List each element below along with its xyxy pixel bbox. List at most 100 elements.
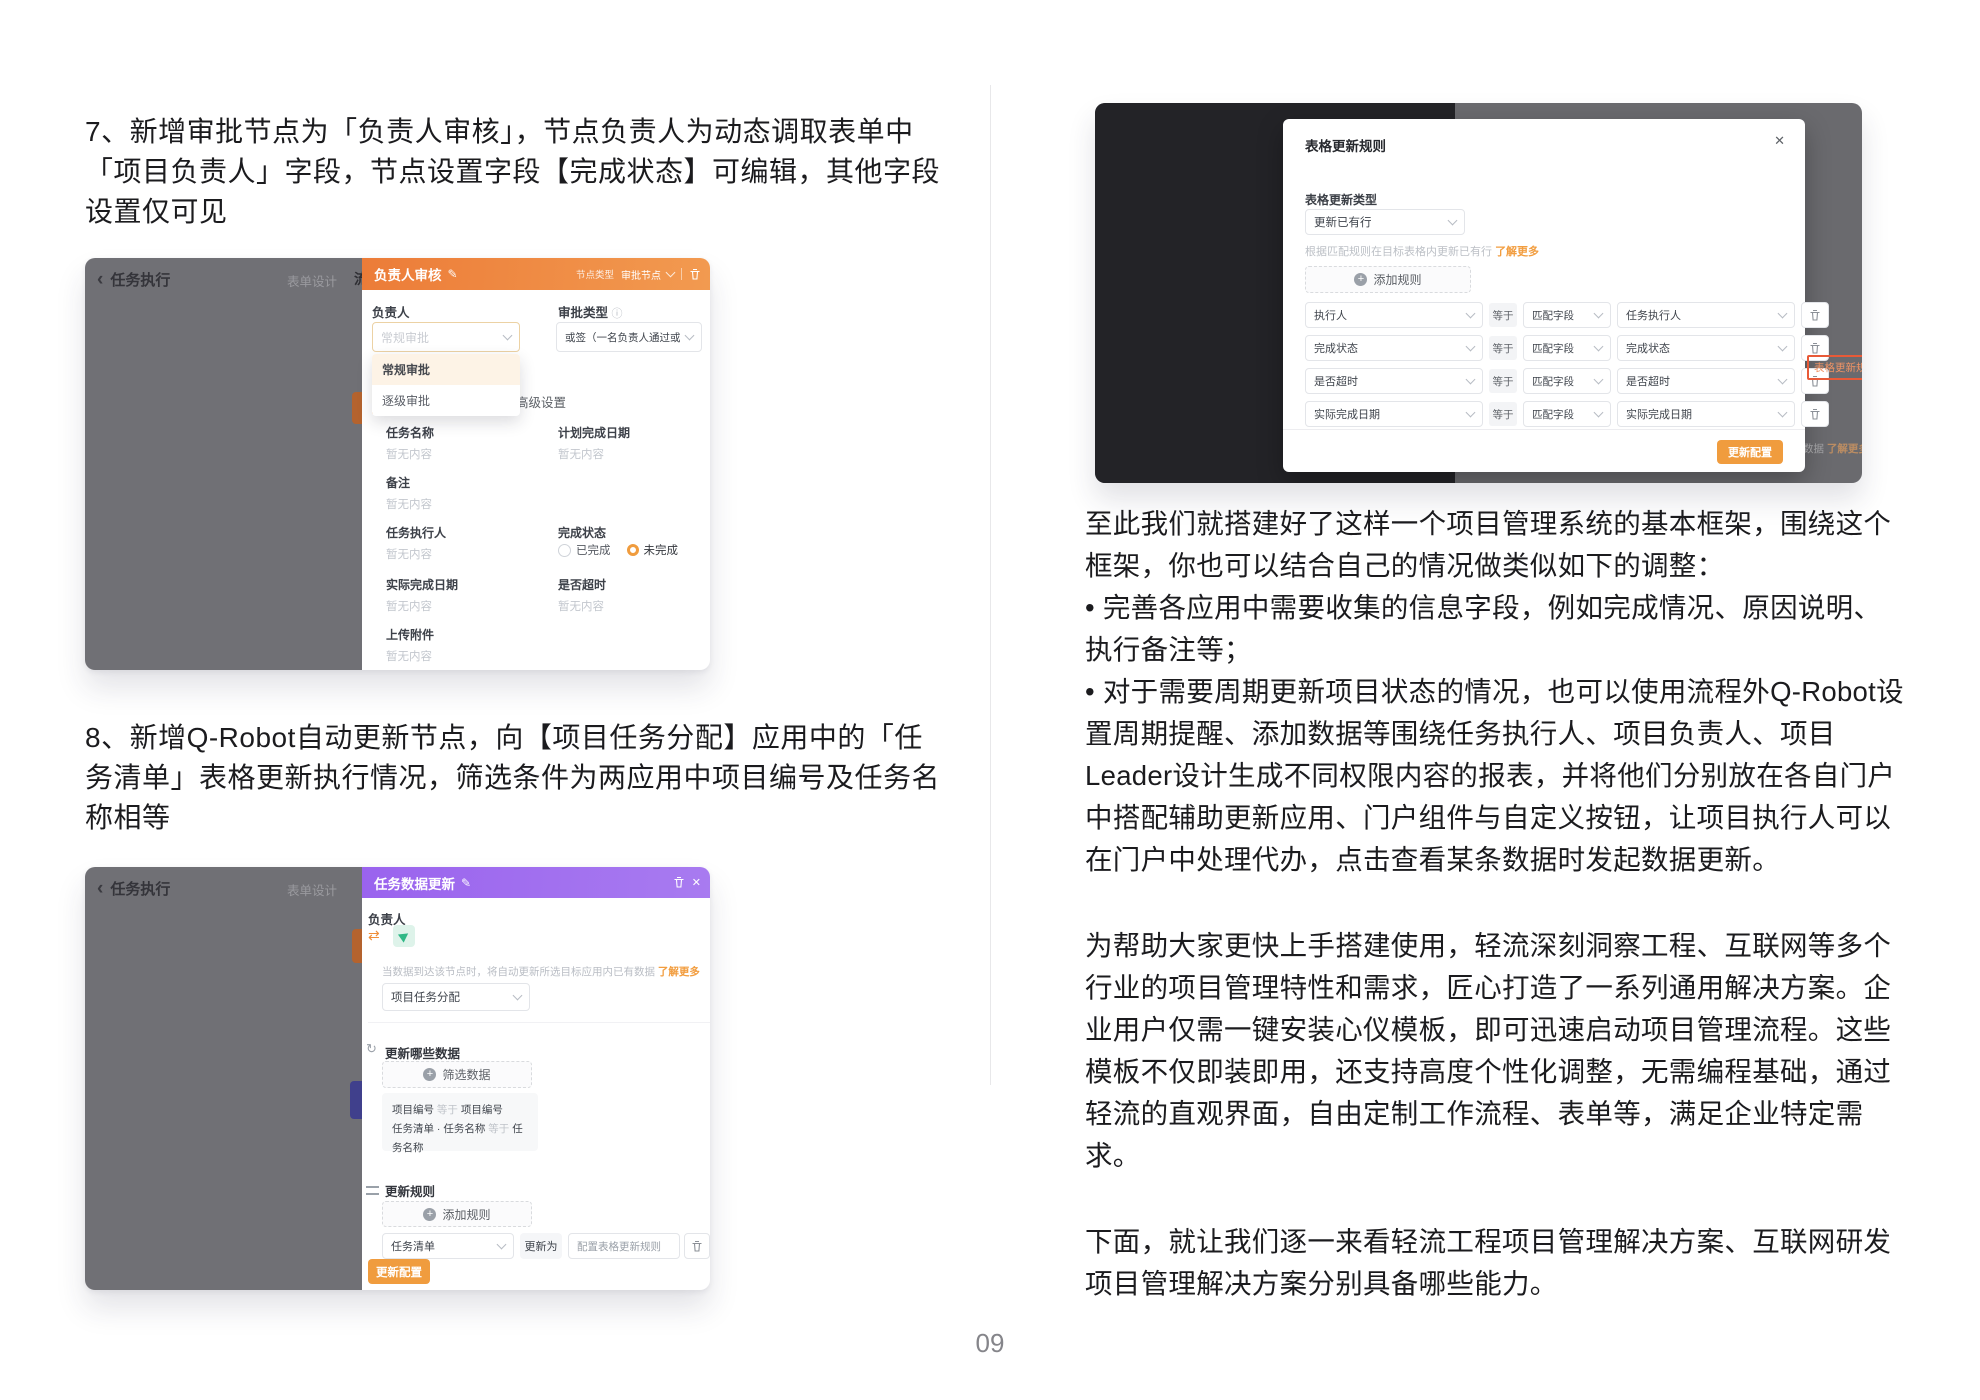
workflow-node-stub	[352, 929, 362, 963]
field-select[interactable]: 是否超时	[1305, 368, 1483, 394]
close-icon[interactable]: ✕	[692, 876, 701, 889]
node-hint: 当数据到达该节点时，将自动更新所选目标应用内已有数据 了解更多	[382, 966, 700, 978]
node-type-select[interactable]: 审批节点	[621, 267, 676, 282]
owner-select[interactable]: 常规审批	[372, 322, 520, 352]
chevron-down-icon	[1777, 407, 1788, 418]
info-icon: ⓘ	[611, 308, 623, 320]
match-mode-select[interactable]: 匹配字段	[1523, 302, 1611, 328]
chevron-down-icon	[1593, 308, 1604, 319]
close-icon[interactable]: ✕	[1774, 133, 1785, 149]
body-bullet: • 完善各应用中需要收集的信息字段，例如完成情况、原因说明、执行备注等；	[1085, 592, 1882, 665]
field-empty: 暂无内容	[386, 549, 432, 561]
chevron-down-icon	[1593, 407, 1604, 418]
screenshot-data-update-node: ‹ 任务执行 表单设计 任务数据更新 ✎ ✕ 负责人 ⇄ 当数据到达该节点时，将…	[85, 867, 710, 1290]
body-bullet: • 对于需要周期更新项目状态的情况，也可以使用流程外Q-Robot设置周期提醒、…	[1085, 676, 1904, 875]
sync-icon[interactable]: ⇄	[368, 927, 380, 944]
equals-chip: 等于	[1489, 336, 1517, 360]
radio-off-icon	[558, 543, 571, 557]
value-select[interactable]: 任务执行人	[1617, 302, 1795, 328]
workflow-node-stub	[352, 392, 362, 424]
dropdown-option[interactable]: 常规审批	[372, 354, 520, 385]
workflow-canvas-panel: ‹ 任务执行 表单设计 流	[85, 258, 362, 670]
node-title: 任务数据更新	[374, 876, 455, 892]
column-divider	[990, 85, 991, 1085]
dropdown-option[interactable]: 逐级审批	[372, 385, 520, 416]
chevron-down-icon	[1465, 341, 1476, 352]
field-label: 任务执行人	[386, 526, 447, 540]
field-select[interactable]: 实际完成日期	[1305, 401, 1483, 427]
field-select[interactable]: 完成状态	[1305, 335, 1483, 361]
modal-hint: 根据匹配规则在目标表格内更新已有行 了解更多	[1305, 246, 1540, 258]
trash-icon	[692, 1240, 702, 1252]
rule-target-select[interactable]: 任务清单	[382, 1233, 514, 1259]
value-select[interactable]: 是否超时	[1617, 368, 1795, 394]
value-select[interactable]: 实际完成日期	[1617, 401, 1795, 427]
match-mode-select[interactable]: 匹配字段	[1523, 368, 1611, 394]
target-app-select[interactable]: 项目任务分配	[382, 983, 530, 1011]
back-nav[interactable]: ‹ 任务执行	[97, 269, 170, 290]
app-title: 任务执行	[110, 272, 171, 289]
chevron-down-icon	[1465, 407, 1476, 418]
body-paragraph: 为帮助大家更快上手搭建使用，轻流深刻洞察工程、互联网等多个行业的项目管理特性和需…	[1085, 930, 1892, 1171]
add-rule-button[interactable]: + 添加规则	[382, 1201, 532, 1227]
radio-on-icon	[626, 544, 639, 556]
trash-icon[interactable]	[689, 268, 701, 281]
chevron-down-icon	[665, 267, 676, 278]
chevron-down-icon	[1465, 308, 1476, 319]
update-config-button[interactable]: 更新配置	[368, 1259, 430, 1284]
field-label: 是否超时	[558, 578, 607, 592]
workflow-canvas-panel: ‹ 任务执行 表单设计	[85, 867, 362, 1290]
node-title: 负责人审核	[374, 268, 442, 283]
owner-label: 负责人	[372, 306, 410, 320]
edit-icon[interactable]: ✎	[448, 267, 458, 281]
rule-row: 是否超时 等于 匹配字段 是否超时	[1305, 368, 1829, 394]
owner-dropdown: 常规审批 逐级审批	[372, 354, 520, 416]
delete-rule-button[interactable]	[1801, 401, 1829, 427]
section-divider	[368, 1022, 710, 1023]
update-type-select[interactable]: 更新已有行	[1305, 209, 1465, 235]
match-mode-select[interactable]: 匹配字段	[1523, 401, 1611, 427]
rule-config-input[interactable]: 配置表格更新规则	[568, 1233, 680, 1259]
field-empty: 暂无内容	[386, 651, 432, 663]
app-title: 任务执行	[110, 881, 171, 898]
chevron-down-icon	[1777, 308, 1788, 319]
rule-row: 执行人 等于 匹配字段 任务执行人	[1305, 302, 1829, 328]
chevron-down-icon	[496, 1239, 507, 1250]
dimmed-background-text: 数据 了解更多	[1803, 443, 1862, 455]
modal-footer-divider	[1283, 429, 1805, 430]
tab-form-design[interactable]: 表单设计	[287, 271, 337, 290]
delete-rule-button[interactable]	[1801, 302, 1829, 328]
trash-icon	[1810, 342, 1820, 354]
learn-more-link[interactable]: 了解更多	[1495, 246, 1539, 258]
chevron-down-icon	[1593, 374, 1604, 385]
chevron-down-icon	[512, 990, 523, 1001]
radio-undone[interactable]: 未完成	[626, 542, 678, 558]
approval-type-select[interactable]: 或签（一名负责人通过或拒绝即可）	[556, 322, 702, 352]
tab-process-design-partial[interactable]: 流	[354, 269, 362, 289]
trash-icon	[1810, 408, 1820, 420]
learn-more-link[interactable]: 了解更多	[658, 966, 700, 978]
radio-done[interactable]: 已完成	[558, 542, 611, 558]
update-config-button[interactable]: 更新配置	[1717, 440, 1783, 464]
tab-advanced-settings[interactable]: 高级设置	[516, 392, 566, 411]
back-nav[interactable]: ‹ 任务执行	[97, 878, 170, 899]
field-label: 完成状态	[558, 526, 607, 540]
trash-icon[interactable]	[673, 876, 685, 889]
highlighted-table-rules-badge[interactable]: 表格更新规则	[1807, 355, 1862, 380]
tab-form-design[interactable]: 表单设计	[287, 880, 337, 899]
page-number: 09	[975, 1328, 1005, 1358]
robot-send-chip[interactable]	[393, 925, 415, 947]
field-select[interactable]: 执行人	[1305, 302, 1483, 328]
workflow-node-stub	[350, 1081, 362, 1119]
value-select[interactable]: 完成状态	[1617, 335, 1795, 361]
status-radio-group: 已完成 未完成	[558, 542, 678, 558]
add-rule-button[interactable]: + 添加规则	[1305, 266, 1471, 293]
delete-rule-button[interactable]	[684, 1233, 710, 1259]
table-update-rules-modal: 表格更新规则 ✕ 表格更新类型 更新已有行 根据匹配规则在目标表格内更新已有行 …	[1283, 119, 1829, 472]
match-mode-select[interactable]: 匹配字段	[1523, 335, 1611, 361]
chevron-down-icon	[502, 330, 513, 341]
node-header: 负责人审核 ✎ 节点类型 审批节点	[362, 258, 710, 290]
filter-data-button[interactable]: + 筛选数据	[382, 1061, 532, 1088]
edit-icon[interactable]: ✎	[461, 876, 471, 890]
paragraph-8: 8、新增Q-Robot自动更新节点，向【项目任务分配】应用中的「任务清单」表格更…	[85, 722, 941, 833]
